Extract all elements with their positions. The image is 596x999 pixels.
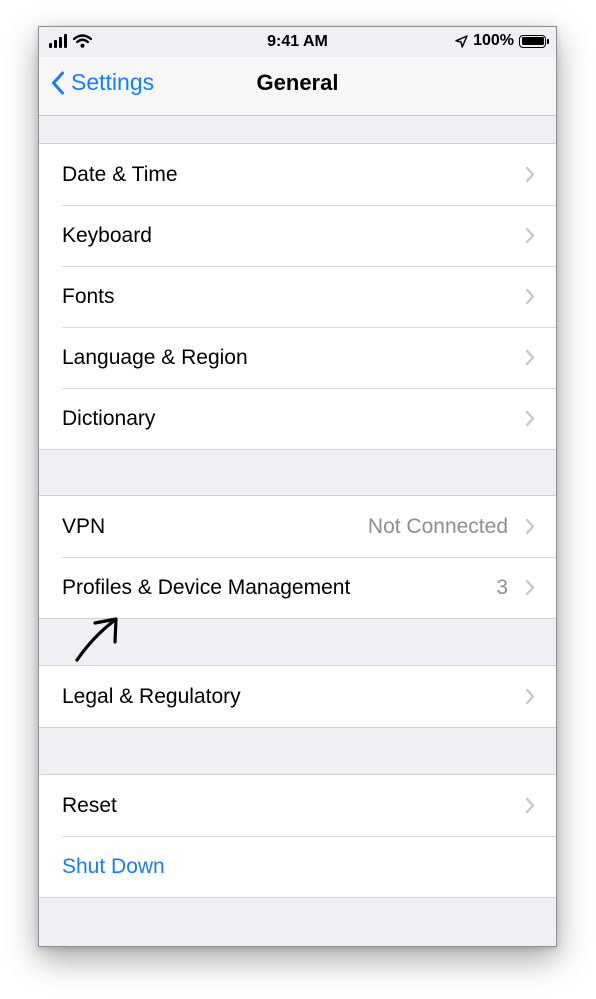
chevron-right-icon xyxy=(525,518,535,535)
chevron-right-icon xyxy=(525,288,535,305)
chevron-right-icon xyxy=(525,227,535,244)
status-right: 100% xyxy=(455,32,549,50)
settings-row-date-time[interactable]: Date & Time xyxy=(39,144,556,205)
chevron-right-icon xyxy=(525,349,535,366)
settings-row-reset[interactable]: Reset xyxy=(39,775,556,836)
settings-group-1: Date & Time Keyboard Fonts Language & Re… xyxy=(39,143,556,450)
shut-down-button[interactable]: Shut Down xyxy=(39,836,556,897)
row-label: Fonts xyxy=(62,284,115,308)
chevron-right-icon xyxy=(525,797,535,814)
settings-row-language-region[interactable]: Language & Region xyxy=(39,327,556,388)
page-title: General xyxy=(256,70,339,95)
settings-row-vpn[interactable]: VPN Not Connected xyxy=(39,496,556,557)
chevron-right-icon xyxy=(525,688,535,705)
chevron-right-icon xyxy=(525,579,535,596)
annotation-arrow-icon xyxy=(75,617,118,662)
settings-row-fonts[interactable]: Fonts xyxy=(39,266,556,327)
phone-screen: 9:41 AM 100% Settings General Date & Tim… xyxy=(38,26,557,947)
settings-group-2: VPN Not Connected Profiles & Device Mana… xyxy=(39,495,556,619)
row-label: Keyboard xyxy=(62,223,152,247)
settings-group-3: Legal & Regulatory xyxy=(39,665,556,728)
navigation-bar: Settings General xyxy=(39,57,556,116)
chevron-right-icon xyxy=(525,410,535,427)
settings-row-legal-regulatory[interactable]: Legal & Regulatory xyxy=(39,666,556,727)
status-bar: 9:41 AM 100% xyxy=(39,27,556,57)
row-label: Date & Time xyxy=(62,162,178,186)
settings-group-4: Reset Shut Down xyxy=(39,774,556,898)
settings-row-profiles-device-management[interactable]: Profiles & Device Management 3 xyxy=(39,557,556,618)
battery-icon xyxy=(519,34,549,48)
row-label: Language & Region xyxy=(62,345,248,369)
row-label: VPN xyxy=(62,514,106,538)
location-arrow-icon xyxy=(455,34,468,48)
row-label: Legal & Regulatory xyxy=(62,684,241,708)
row-label: Profiles & Device Management xyxy=(62,575,351,599)
battery-percentage: 100% xyxy=(473,32,514,49)
settings-row-dictionary[interactable]: Dictionary xyxy=(39,388,556,449)
row-label: Dictionary xyxy=(62,406,156,430)
settings-row-keyboard[interactable]: Keyboard xyxy=(39,205,556,266)
row-detail-value: 3 xyxy=(496,575,508,599)
shut-down-label: Shut Down xyxy=(62,854,165,878)
row-detail-value: Not Connected xyxy=(367,514,508,538)
chevron-right-icon xyxy=(525,166,535,183)
row-label: Reset xyxy=(62,793,117,817)
